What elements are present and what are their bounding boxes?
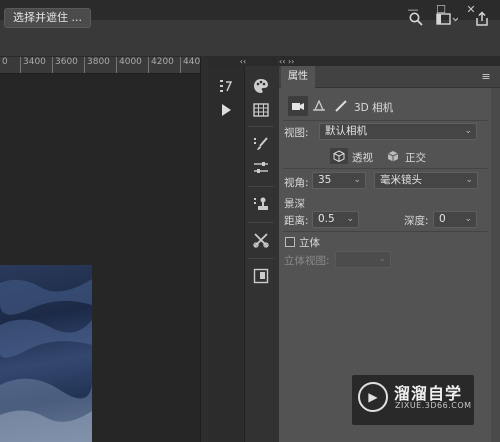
pencil-icon [335,100,347,112]
brush-mode-button[interactable] [334,98,348,114]
view-label: 视图: [284,127,309,139]
tool-presets-icon [253,233,269,248]
ruler-tick: 0 [0,57,8,73]
tool-divider [248,258,274,259]
camera-mode-button[interactable] [288,96,308,116]
stereo-view-dropdown[interactable]: ⌄ [335,251,391,268]
tool-divider [248,126,274,127]
swatches-icon [253,103,269,117]
panel-menu-button[interactable]: ≡ [479,70,493,84]
chevron-down-icon: ⌄ [353,175,361,185]
perspective-cube-icon [333,150,345,162]
chevron-down-icon: ⌄ [346,214,354,224]
play-icon [222,104,231,116]
ruler-tick: 3600 [52,57,78,73]
depth-label: 深度: [404,215,429,227]
adjustments-icon [254,162,268,173]
swatches-button[interactable] [250,100,272,120]
stereo-label: 立体 [299,237,320,249]
watermark-url: ZIXUE.3D66.COM [395,401,472,410]
tool-divider [248,186,274,187]
layers-icon [253,268,269,284]
actions-play-button[interactable] [215,100,237,120]
depth-of-field-label: 景深 [284,198,305,210]
expand-arrows: ‹‹ ›› [279,57,295,66]
brush-settings-button[interactable] [250,134,272,154]
orthographic-label: 正交 [405,152,426,164]
panel-divider [283,231,488,232]
history-button[interactable] [215,76,237,96]
clone-source-button[interactable] [250,194,272,214]
chevron-down-icon: ⌄ [464,126,472,136]
ortho-cube-icon [387,151,399,162]
watermark-play-logo-icon: ▶ [358,382,388,412]
tool-presets-button[interactable] [250,230,272,250]
depth-value: 0 [439,213,446,225]
fov-label: 视角: [284,177,309,189]
color-icon [254,79,268,93]
workspace-icon [436,13,458,25]
chevron-down-icon: ⌄ [464,214,472,224]
collapse-panels-button[interactable]: ‹‹ [208,57,278,66]
ruler-tick: 4200 [148,57,174,73]
workspace-button[interactable] [432,9,462,29]
adjustments-button[interactable] [250,158,272,178]
distance-label: 距离: [284,215,309,227]
history-icon [220,80,233,92]
tab-properties[interactable]: 属性 [281,66,315,88]
lens-unit-dropdown[interactable]: 毫米镜头 ⌄ [374,172,478,189]
environment-icon [313,100,325,111]
panel-collapse-bar[interactable]: ‹‹ ›› [279,57,500,66]
ruler-tick: 3400 [20,57,46,73]
ocean-storm-image [0,279,92,442]
perspective-button[interactable] [330,148,348,164]
distance-value: 0.5 [318,213,335,225]
camera-icon [292,103,304,110]
panel-divider [283,120,488,121]
share-button[interactable] [472,9,492,29]
perspective-label: 透视 [352,152,373,164]
ruler-tick: 4000 [116,57,142,73]
horizontal-ruler: 0 3400 3600 3800 4000 4200 440 [0,57,200,74]
ruler-tick: 440 [180,57,200,73]
depth-input[interactable]: 0 ⌄ [433,211,477,228]
tool-divider [248,222,274,223]
share-icon [476,11,488,26]
hamburger-icon: ≡ [481,70,491,83]
chevron-down-icon: ⌄ [465,175,473,185]
fov-value: 35 [318,174,332,186]
document-image[interactable] [0,265,92,442]
brush-settings-icon [254,137,268,150]
mode-label: 3D 相机 [354,102,394,114]
color-panel-button[interactable] [250,76,272,96]
distance-input[interactable]: 0.5 ⌄ [312,211,359,228]
chevron-down-icon: ⌄ [378,254,386,264]
orthographic-button[interactable] [385,148,401,164]
lens-unit-value: 毫米镜头 [380,174,422,186]
clone-source-icon [254,197,268,210]
view-value: 默认相机 [325,125,367,137]
environment-mode-button[interactable] [312,98,326,114]
select-and-mask-button[interactable]: 选择并遮住 ... [4,8,91,28]
layers-button[interactable] [250,266,272,286]
search-icon [409,12,423,26]
stereo-checkbox[interactable] [285,237,295,247]
stereo-view-label: 立体视图: [284,255,330,267]
view-dropdown[interactable]: 默认相机 ⌄ [319,123,477,140]
document-scrollbar[interactable] [200,57,208,442]
properties-scrollbar[interactable] [491,88,500,442]
ruler-tick: 3800 [84,57,110,73]
panel-divider [283,168,488,169]
search-button[interactable] [406,9,426,29]
fov-input[interactable]: 35 ⌄ [312,172,366,189]
